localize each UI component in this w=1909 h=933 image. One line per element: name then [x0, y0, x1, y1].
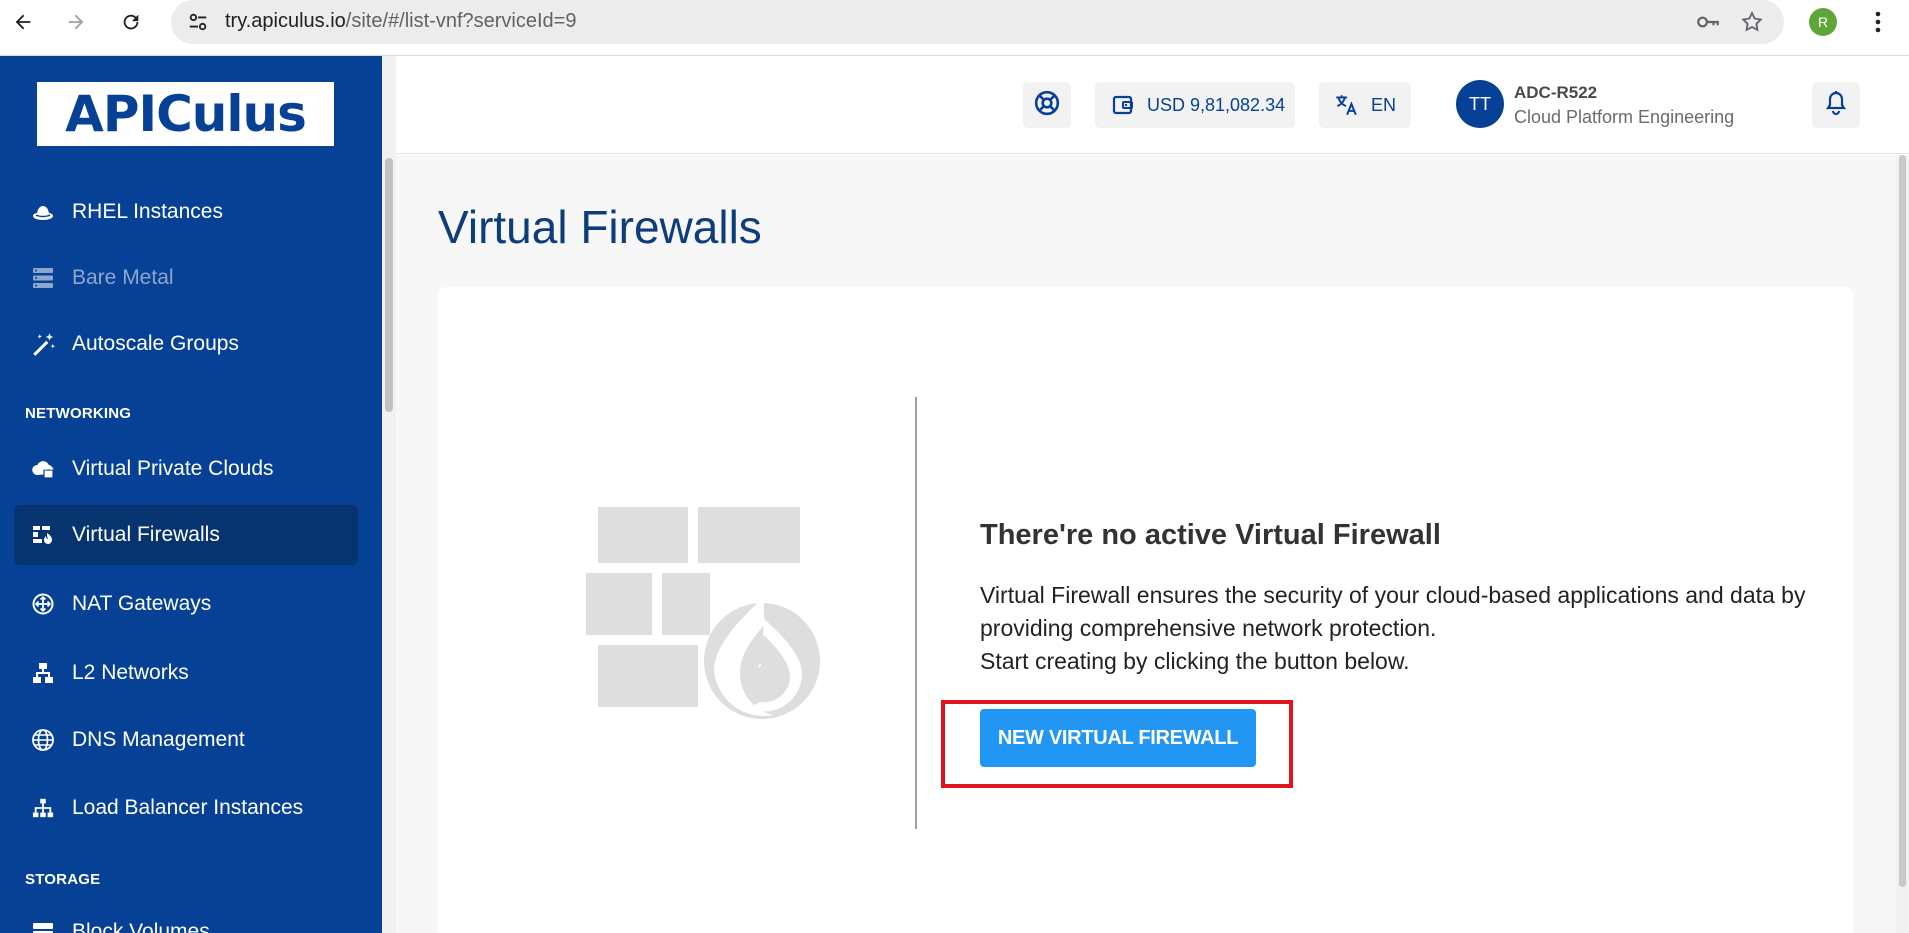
profile-avatar[interactable]: R — [1809, 8, 1837, 36]
sidebar-item-label: L2 Networks — [72, 661, 189, 684]
bookmark-star-icon[interactable] — [1738, 8, 1766, 36]
section-header-networking: NETWORKING — [25, 405, 132, 422]
block-volume-icon — [30, 919, 56, 933]
sidebar-scrollbar-thumb[interactable] — [385, 158, 393, 412]
main-content: Virtual Firewalls There're no active Vir… — [396, 155, 1896, 933]
highlight-box — [941, 700, 1293, 788]
main-scrollbar[interactable] — [1896, 155, 1909, 933]
sidebar-item-rhel-instances[interactable]: RHEL Instances — [14, 182, 358, 242]
sidebar-item-virtual-private-clouds[interactable]: Virtual Private Clouds — [14, 439, 358, 499]
sidebar-item-label: Load Balancer Instances — [72, 796, 304, 819]
empty-state-title: There're no active Virtual Firewall — [980, 519, 1441, 551]
firewall-illustration-icon — [586, 507, 826, 724]
firewall-icon — [30, 522, 56, 548]
empty-state-description: Virtual Firewall ensures the security of… — [980, 579, 1860, 678]
top-header: USD 9,81,082.34 EN TT ADC-R522 Cloud Pla… — [396, 56, 1909, 154]
url-text[interactable]: try.apiculus.io/site/#/list-vnf?serviceI… — [225, 10, 576, 33]
redhat-icon — [30, 199, 56, 225]
profile-initial: R — [1817, 14, 1829, 30]
server-icon — [30, 265, 56, 291]
logo-text: APICulus — [65, 85, 307, 143]
sidebar-item-bare-metal[interactable]: Bare Metal — [14, 248, 358, 308]
sidebar-item-label: Bare Metal — [72, 266, 174, 289]
sidebar-item-label: Virtual Private Clouds — [72, 457, 274, 480]
wallet-amount: USD 9,81,082.34 — [1147, 94, 1286, 115]
address-bar[interactable]: try.apiculus.io/site/#/list-vnf?serviceI… — [171, 0, 1784, 44]
password-key-icon[interactable] — [1694, 8, 1722, 36]
nat-gateway-icon — [30, 591, 56, 617]
site-settings-icon[interactable] — [185, 9, 211, 35]
sidebar-item-label: Autoscale Groups — [72, 332, 239, 355]
sidebar-item-nat-gateways[interactable]: NAT Gateways — [14, 574, 358, 634]
sidebar-item-label: Virtual Firewalls — [72, 523, 220, 546]
sidebar-item-label: NAT Gateways — [72, 592, 212, 615]
wallet-icon — [1111, 93, 1135, 117]
sitemap-icon — [30, 795, 56, 821]
notifications-button[interactable] — [1812, 82, 1860, 128]
main-scrollbar-thumb[interactable] — [1899, 155, 1906, 887]
empty-state-card: There're no active Virtual Firewall Virt… — [438, 287, 1853, 933]
sidebar: APICulus RHEL Instances Bare Metal Autos… — [0, 56, 382, 933]
sidebar-item-label: DNS Management — [72, 728, 245, 751]
user-organization: Cloud Platform Engineering — [1514, 107, 1735, 127]
support-button[interactable] — [1023, 82, 1071, 128]
browser-toolbar: try.apiculus.io/site/#/list-vnf?serviceI… — [0, 0, 1909, 56]
user-name[interactable]: ADC-R522 — [1514, 83, 1597, 103]
sidebar-item-load-balancer-instances[interactable]: Load Balancer Instances — [14, 778, 358, 838]
apiculus-logo[interactable]: APICulus — [37, 82, 334, 146]
page-title: Virtual Firewalls — [438, 201, 762, 253]
reload-icon[interactable] — [115, 6, 147, 38]
sidebar-item-dns-management[interactable]: DNS Management — [14, 710, 358, 770]
globe-icon — [30, 727, 56, 753]
wallet-balance[interactable]: USD 9,81,082.34 — [1095, 82, 1295, 128]
network-tree-icon — [30, 660, 56, 686]
browser-menu-icon[interactable] — [1866, 6, 1890, 38]
url-host: try.apiculus.io — [225, 10, 346, 32]
magic-wand-icon — [30, 331, 56, 357]
url-path: /site/#/list-vnf?serviceId=9 — [345, 10, 577, 32]
vertical-divider — [915, 397, 917, 829]
translate-icon — [1333, 92, 1359, 118]
sidebar-item-l2-networks[interactable]: L2 Networks — [14, 643, 358, 703]
back-icon[interactable] — [7, 6, 39, 38]
sidebar-item-label: Block Volumes — [72, 920, 210, 933]
sidebar-item-label: RHEL Instances — [72, 200, 223, 223]
section-header-storage: STORAGE — [25, 871, 101, 888]
bell-icon — [1824, 90, 1848, 121]
language-selector[interactable]: EN — [1319, 82, 1411, 128]
avatar-initials: TT — [1469, 93, 1491, 114]
empty-state-description-line2: Start creating by clicking the button be… — [980, 648, 1410, 674]
empty-state-description-line1: Virtual Firewall ensures the security of… — [980, 582, 1806, 641]
cloud-lock-icon — [30, 456, 56, 482]
user-avatar[interactable]: TT — [1456, 80, 1504, 128]
forward-icon[interactable] — [60, 6, 92, 38]
sidebar-item-virtual-firewalls[interactable]: Virtual Firewalls — [14, 505, 358, 565]
language-code: EN — [1371, 94, 1397, 115]
lifebuoy-icon — [1034, 90, 1060, 121]
sidebar-item-block-volumes[interactable]: Block Volumes — [14, 902, 358, 933]
sidebar-item-autoscale-groups[interactable]: Autoscale Groups — [14, 314, 358, 374]
sidebar-scrollbar[interactable] — [382, 56, 396, 933]
